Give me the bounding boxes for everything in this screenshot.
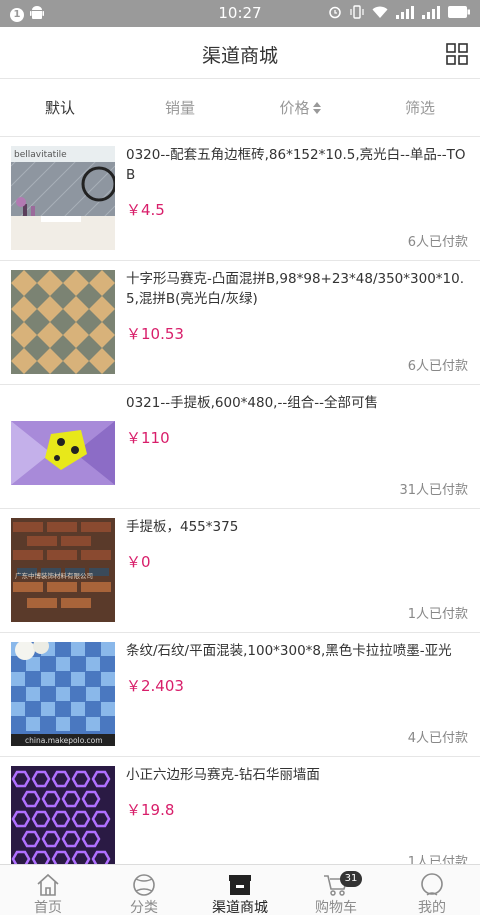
category-icon	[131, 873, 157, 897]
cart-badge: 31	[340, 871, 362, 887]
tab-default-label: 默认	[44, 99, 75, 117]
nav-profile[interactable]: 我的	[384, 865, 480, 915]
home-icon	[35, 873, 61, 897]
product-price: ￥2.403	[126, 677, 184, 695]
nav-category-label: 分类	[130, 900, 158, 915]
status-right	[328, 5, 470, 19]
tab-sales-label: 销量	[164, 99, 195, 117]
vibrate-icon	[350, 5, 364, 19]
nav-cart[interactable]: 购物车	[288, 865, 384, 915]
nav-profile-label: 我的	[418, 900, 446, 915]
product-sold-count: 6人已付款	[407, 359, 468, 374]
bottom-nav: 首页 分类 渠道商城 购物车 我的	[0, 864, 480, 915]
product-price: ￥4.5	[126, 201, 165, 219]
tab-price-label: 价格	[279, 99, 310, 117]
product-image: china.makepolo.com	[11, 642, 115, 746]
product-price: ￥19.8	[126, 801, 175, 819]
product-sold-count: 6人已付款	[407, 235, 468, 250]
product-title: 条纹/石纹/平面混装,100*300*8,黑色卡拉拉喷墨-亚光	[126, 643, 452, 659]
product-item[interactable]: bellavitatile 0320--配套五角边框砖,86*152*10.5,…	[0, 137, 480, 261]
product-sold-count: 31人已付款	[399, 483, 468, 498]
nav-home-label: 首页	[34, 900, 62, 915]
nav-store-label: 渠道商城	[212, 900, 268, 915]
product-sold-count: 1人已付款	[407, 855, 468, 864]
product-image	[11, 394, 115, 498]
product-title: 0321--手提板,600*480,--组合--全部可售	[126, 395, 378, 411]
product-item[interactable]: 广东中博装饰材料有限公司 手提板，455*375 ￥0 1人已付款	[0, 509, 480, 633]
product-sold-count: 4人已付款	[407, 731, 468, 746]
grid-icon[interactable]	[446, 43, 468, 65]
tab-filter[interactable]: 筛选	[360, 80, 480, 136]
status-bar: 1 10:27	[0, 0, 480, 27]
tab-filter-label: 筛选	[404, 99, 435, 117]
product-title: 手提板，455*375	[126, 519, 239, 535]
thumb-brand-text: bellavitatile	[14, 150, 67, 160]
signal-icon	[396, 5, 414, 19]
profile-icon	[419, 873, 445, 897]
sort-tabs: 默认 销量 价格 筛选	[0, 80, 480, 137]
product-price: ￥0	[126, 553, 151, 571]
product-price: ￥110	[126, 429, 170, 447]
product-item[interactable]: 0321--手提板,600*480,--组合--全部可售 ￥110 31人已付款	[0, 385, 480, 509]
product-image	[11, 766, 115, 864]
product-item[interactable]: 小正六边形马赛克-钻石华丽墙面 ￥19.8 1人已付款	[0, 757, 480, 864]
wifi-icon	[372, 6, 388, 19]
product-item[interactable]: 十字形马赛克-凸面混拼B,98*98+23*48/350*300*10.5,混拼…	[0, 261, 480, 385]
app-header: 渠道商城	[0, 27, 480, 79]
nav-home[interactable]: 首页	[0, 865, 96, 915]
product-image	[11, 270, 115, 374]
product-item[interactable]: china.makepolo.com 条纹/石纹/平面混装,100*300*8,…	[0, 633, 480, 757]
nav-cart-label: 购物车	[315, 900, 357, 915]
page-title: 渠道商城	[201, 45, 278, 67]
battery-icon	[448, 6, 470, 18]
product-list: bellavitatile 0320--配套五角边框砖,86*152*10.5,…	[0, 137, 480, 864]
product-title: 十字形马赛克-凸面混拼B,98*98+23*48/350*300*10.5,混拼…	[126, 271, 465, 307]
tab-default[interactable]: 默认	[0, 80, 120, 136]
nav-store[interactable]: 渠道商城	[192, 865, 288, 915]
product-image: bellavitatile	[11, 146, 115, 250]
sort-icon	[312, 81, 321, 137]
product-image: 广东中博装饰材料有限公司	[11, 518, 115, 622]
thumb-watermark-text: 广东中博装饰材料有限公司	[15, 571, 93, 580]
nav-category[interactable]: 分类	[96, 865, 192, 915]
product-price: ￥10.53	[126, 325, 184, 343]
thumb-watermark-text: china.makepolo.com	[25, 736, 103, 745]
store-icon	[227, 873, 253, 897]
product-sold-count: 1人已付款	[407, 607, 468, 622]
product-title: 小正六边形马赛克-钻石华丽墙面	[126, 767, 320, 783]
signal-icon-2	[422, 5, 440, 19]
tab-price[interactable]: 价格	[240, 80, 360, 136]
tab-sales[interactable]: 销量	[120, 80, 240, 136]
product-title: 0320--配套五角边框砖,86*152*10.5,亮光白--单品--TOB	[126, 147, 466, 183]
alarm-icon	[328, 5, 342, 19]
